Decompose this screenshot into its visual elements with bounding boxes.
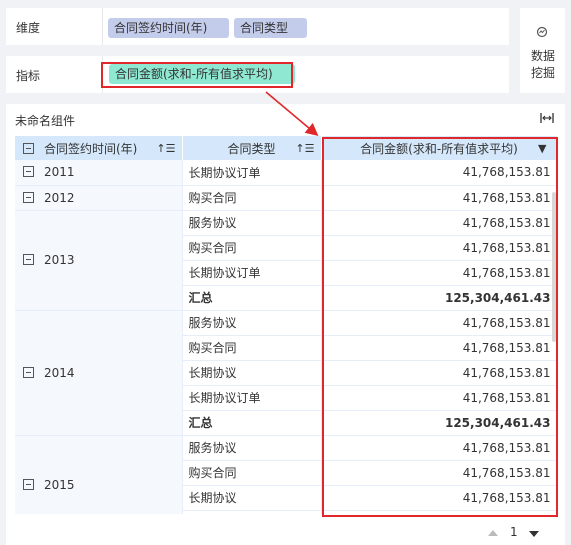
contract-type-cell: 长期协议 xyxy=(182,485,322,511)
dimension-panel: 维度 合同签约时间(年) 合同类型 xyxy=(6,8,509,45)
sort-icon[interactable]: ↑☰ xyxy=(295,142,314,155)
component-title: 未命名组件 xyxy=(15,114,76,128)
year-label: 2013 xyxy=(44,253,75,267)
dimension-field-contract-year[interactable]: 合同签约时间(年) xyxy=(108,18,229,38)
data-mining-icon xyxy=(536,26,548,38)
contract-type-cell xyxy=(182,510,322,514)
fit-width-icon[interactable] xyxy=(540,112,554,124)
collapse-icon[interactable] xyxy=(23,191,34,203)
contract-type-cell: 长期协议订单 xyxy=(182,385,322,411)
divider xyxy=(102,8,103,45)
data-mining-button[interactable]: 数据挖掘 xyxy=(520,8,565,93)
year-cell[interactable]: 2013 xyxy=(15,210,183,311)
contract-type-cell: 长期协议订单 xyxy=(182,160,322,186)
data-mining-label: 数据挖掘 xyxy=(530,49,555,80)
contract-type-cell: 长期协议 xyxy=(182,360,322,386)
contract-type-cell: 购买合同 xyxy=(182,235,322,261)
year-label: 2011 xyxy=(44,165,75,180)
next-page-icon[interactable] xyxy=(529,531,539,537)
collapse-icon[interactable] xyxy=(23,254,34,265)
page-number: 1 xyxy=(510,525,518,539)
header-contract-year[interactable]: 合同签约时间(年) ↑☰ xyxy=(15,136,183,160)
summary-label-cell: 汇总 xyxy=(182,285,322,311)
contract-type-cell: 购买合同 xyxy=(182,460,322,486)
collapse-all-icon[interactable] xyxy=(23,142,34,154)
collapse-icon[interactable] xyxy=(23,479,34,490)
header-contract-type[interactable]: 合同类型 ↑☰ xyxy=(182,136,322,160)
contract-type-cell: 购买合同 xyxy=(182,185,322,211)
contract-type-cell: 服务协议 xyxy=(182,210,322,236)
collapse-icon[interactable] xyxy=(23,166,34,178)
summary-label-cell: 汇总 xyxy=(182,410,322,436)
dimension-label: 维度 xyxy=(16,21,41,35)
sort-icon[interactable]: ↑☰ xyxy=(156,142,175,155)
highlight-box-amount-column xyxy=(322,137,558,517)
dimension-field-contract-type[interactable]: 合同类型 xyxy=(234,18,307,38)
highlight-box-metric xyxy=(101,62,293,88)
header-year-label: 合同签约时间(年) xyxy=(44,141,138,156)
contract-type-cell: 服务协议 xyxy=(182,310,322,336)
year-label: 2015 xyxy=(44,478,75,492)
year-label: 2014 xyxy=(44,365,75,380)
year-cell[interactable]: 2012 xyxy=(15,185,183,211)
year-label: 2012 xyxy=(44,190,75,205)
metric-label: 指标 xyxy=(16,69,41,83)
prev-page-icon[interactable] xyxy=(488,530,498,536)
year-cell[interactable]: 2011 xyxy=(15,160,183,186)
year-cell[interactable]: 2015 xyxy=(15,435,183,514)
year-cell[interactable]: 2014 xyxy=(15,310,183,436)
header-type-label: 合同类型 xyxy=(227,141,276,156)
contract-type-cell: 购买合同 xyxy=(182,335,322,361)
contract-type-cell: 长期协议订单 xyxy=(182,260,322,286)
contract-type-cell: 服务协议 xyxy=(182,435,322,461)
collapse-icon[interactable] xyxy=(23,366,34,378)
